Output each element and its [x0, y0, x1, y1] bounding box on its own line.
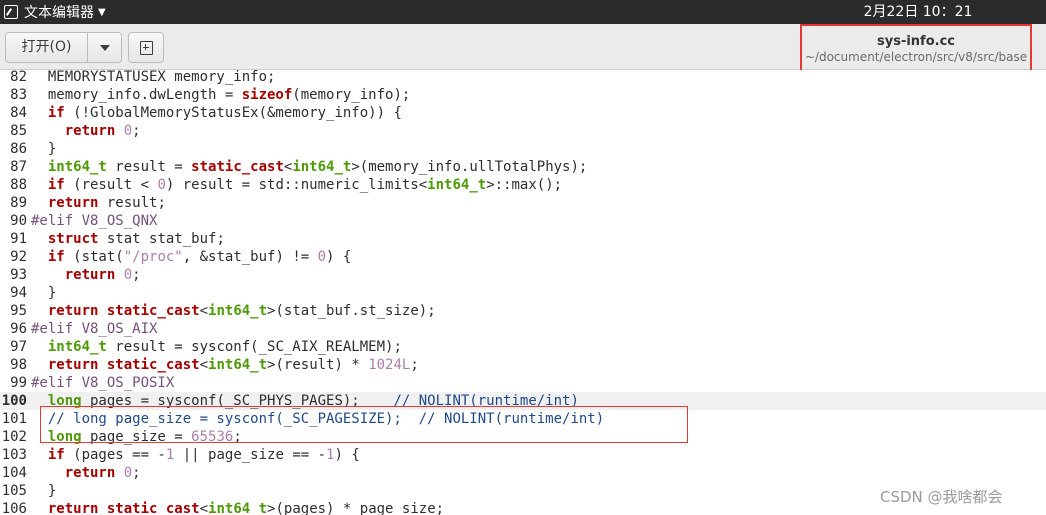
open-button[interactable]: 打开(O)	[6, 33, 88, 62]
line-number: 90	[10, 213, 27, 229]
code-text: }	[31, 483, 57, 499]
code-text: MEMORYSTATUSEX memory_info;	[31, 70, 276, 85]
line-number: 86	[10, 141, 27, 157]
code-text: if (stat("/proc", &stat_buf) != 0) {	[47, 249, 352, 265]
line-number: 89	[10, 195, 27, 211]
code-line[interactable]: 103 if (pages == -1 || page_size == -1) …	[0, 446, 1046, 464]
open-dropdown-button[interactable]	[88, 33, 121, 62]
clock[interactable]: 2月22日 10：21	[848, 0, 988, 24]
new-document-icon	[139, 40, 153, 55]
code-text: int64_t result = sysconf(_SC_AIX_REALMEM…	[47, 339, 402, 355]
line-number: 84	[10, 105, 27, 121]
code-text: #elif V8_OS_AIX	[31, 321, 158, 337]
file-title: sys-info.cc	[877, 34, 955, 49]
line-number: 100	[1, 393, 27, 409]
code-line[interactable]: 82 MEMORYSTATUSEX memory_info;	[0, 70, 1046, 86]
code-text: if (pages == -1 || page_size == -1) {	[47, 447, 360, 463]
line-number: 101	[1, 411, 27, 427]
line-number: 99	[10, 375, 27, 391]
code-text: struct stat stat_buf;	[47, 231, 225, 247]
open-button-group: 打开(O)	[5, 32, 122, 63]
code-text: #elif V8_OS_QNX	[31, 213, 158, 229]
line-number: 102	[1, 429, 27, 445]
new-document-button[interactable]	[128, 32, 164, 63]
line-number: 96	[10, 321, 27, 337]
file-path: ~/document/electron/src/v8/src/base	[804, 50, 1028, 64]
line-number: 88	[10, 177, 27, 193]
code-line[interactable]: 94 }	[0, 284, 1046, 302]
app-menu[interactable]: 文本编辑器 ▼	[4, 0, 106, 24]
app-name: 文本编辑器	[24, 5, 94, 21]
code-text: return 0;	[64, 465, 141, 481]
line-number: 95	[10, 303, 27, 319]
code-line[interactable]: 97 int64_t result = sysconf(_SC_AIX_REAL…	[0, 338, 1046, 356]
line-number: 87	[10, 159, 27, 175]
line-number: 106	[1, 501, 27, 515]
system-top-bar: 文本编辑器 ▼ 2月22日 10：21	[0, 0, 1046, 24]
code-line[interactable]: 88 if (result < 0) result = std::numeric…	[0, 176, 1046, 194]
code-line[interactable]: 104 return 0;	[0, 464, 1046, 482]
line-number: 103	[1, 447, 27, 463]
code-line[interactable]: 96 #elif V8_OS_AIX	[0, 320, 1046, 338]
code-text: return 0;	[64, 123, 141, 139]
line-number: 92	[10, 249, 27, 265]
line-number: 82	[10, 70, 27, 85]
code-text: int64_t result = static_cast<int64_t>(me…	[47, 159, 588, 175]
code-editor[interactable]: 82 MEMORYSTATUSEX memory_info; 83 memory_…	[0, 70, 1046, 515]
code-line[interactable]: 93 return 0;	[0, 266, 1046, 284]
code-text: }	[31, 285, 57, 301]
line-number: 105	[1, 483, 27, 499]
code-line[interactable]: 92 if (stat("/proc", &stat_buf) != 0) {	[0, 248, 1046, 266]
text-editor-icon	[4, 5, 18, 19]
line-number: 97	[10, 339, 27, 355]
code-text: #elif V8_OS_POSIX	[31, 375, 175, 391]
code-text: memory_info.dwLength = sizeof(memory_inf…	[31, 87, 411, 103]
code-line[interactable]: 83 memory_info.dwLength = sizeof(memory_…	[0, 86, 1046, 104]
chevron-down-icon: ▼	[98, 6, 106, 18]
code-text: return static_cast<int64_t>(pages) * pag…	[47, 501, 445, 515]
code-line[interactable]: 87 int64_t result = static_cast<int64_t>…	[0, 158, 1046, 176]
line-number: 94	[10, 285, 27, 301]
code-line[interactable]: 89 return result;	[0, 194, 1046, 212]
code-highlight-box	[40, 406, 688, 443]
code-line[interactable]: 95 return static_cast<int64_t>(stat_buf.…	[0, 302, 1046, 320]
code-line[interactable]: 99 #elif V8_OS_POSIX	[0, 374, 1046, 392]
code-line[interactable]: 91 struct stat stat_buf;	[0, 230, 1046, 248]
code-text: }	[31, 141, 57, 157]
code-line[interactable]: 98 return static_cast<int64_t>(result) *…	[0, 356, 1046, 374]
code-text: return static_cast<int64_t>(stat_buf.st_…	[47, 303, 436, 319]
line-number: 98	[10, 357, 27, 373]
line-number: 83	[10, 87, 27, 103]
chevron-down-icon	[99, 44, 110, 51]
code-line[interactable]: 90 #elif V8_OS_QNX	[0, 212, 1046, 230]
code-text: return static_cast<int64_t>(result) * 10…	[47, 357, 419, 373]
line-number: 85	[10, 123, 27, 139]
line-number: 91	[10, 231, 27, 247]
code-line[interactable]: 85 return 0;	[0, 122, 1046, 140]
code-line[interactable]: 84 if (!GlobalMemoryStatusEx(&memory_inf…	[0, 104, 1046, 122]
code-line[interactable]: 86 }	[0, 140, 1046, 158]
code-text: if (result < 0) result = std::numeric_li…	[47, 177, 563, 193]
watermark: CSDN @我啥都会	[880, 488, 1003, 506]
line-number: 104	[1, 465, 27, 481]
code-text: if (!GlobalMemoryStatusEx(&memory_info))…	[47, 105, 402, 121]
line-number: 93	[10, 267, 27, 283]
code-text: return 0;	[64, 267, 141, 283]
code-text: return result;	[47, 195, 166, 211]
